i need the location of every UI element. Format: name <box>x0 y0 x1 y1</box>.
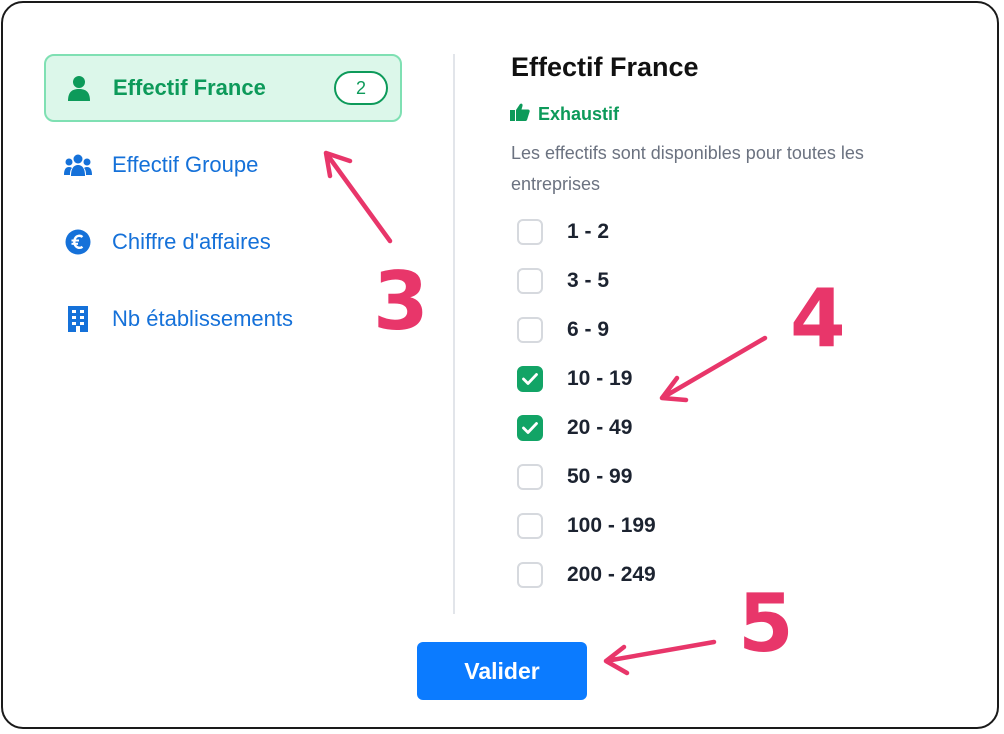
checkbox[interactable] <box>517 415 543 441</box>
person-icon <box>65 74 93 102</box>
annotation-number-4: 4 <box>790 272 846 365</box>
option-50-99[interactable]: 50 - 99 <box>517 462 632 492</box>
option-100-199[interactable]: 100 - 199 <box>517 511 656 541</box>
option-label: 50 - 99 <box>567 465 633 488</box>
checkbox[interactable] <box>517 513 543 539</box>
sidebar-item-chiffre-affaires[interactable]: Chiffre d'affaires <box>44 208 402 276</box>
group-icon <box>64 151 92 179</box>
option-label: 100 - 199 <box>567 514 656 537</box>
sidebar-item-label: Effectif Groupe <box>112 152 259 177</box>
building-icon <box>64 305 92 333</box>
sidebar-item-effectif-france[interactable]: Effectif France 2 <box>44 54 402 122</box>
sidebar-item-label: Effectif France <box>113 75 266 100</box>
panel-description: Les effectifs sont disponibles pour tout… <box>511 143 864 194</box>
annotation-number-5: 5 <box>738 577 794 670</box>
option-label: 1 - 2 <box>567 220 610 243</box>
option-10-19[interactable]: 10 - 19 <box>517 364 632 394</box>
checkbox[interactable] <box>517 562 543 588</box>
count-badge: 2 <box>334 71 388 105</box>
coverage-tag: Exhaustif <box>510 103 619 126</box>
option-6-9[interactable]: 6 - 9 <box>517 315 609 345</box>
option-1-2[interactable]: 1 - 2 <box>517 217 609 247</box>
checkmark-icon <box>522 422 538 434</box>
thumbs-up-icon <box>510 103 530 126</box>
option-3-5[interactable]: 3 - 5 <box>517 266 609 296</box>
checkbox[interactable] <box>517 366 543 392</box>
option-label: 20 - 49 <box>567 416 633 439</box>
validate-button[interactable]: Valider <box>417 642 587 700</box>
checkmark-icon <box>522 373 538 385</box>
vertical-divider <box>453 54 455 614</box>
checkbox[interactable] <box>517 464 543 490</box>
checkbox[interactable] <box>517 219 543 245</box>
sidebar-item-effectif-groupe[interactable]: Effectif Groupe <box>44 131 402 199</box>
option-label: 3 - 5 <box>567 269 610 292</box>
euro-icon <box>64 228 92 256</box>
checkbox[interactable] <box>517 317 543 343</box>
annotation-number-3: 3 <box>373 255 429 348</box>
checkbox[interactable] <box>517 268 543 294</box>
panel-title: Effectif France <box>511 52 699 82</box>
option-label: 10 - 19 <box>567 367 633 390</box>
sidebar-item-label: Chiffre d'affaires <box>112 229 271 254</box>
coverage-tag-label: Exhaustif <box>538 104 620 124</box>
option-label: 200 - 249 <box>567 563 656 586</box>
option-200-249[interactable]: 200 - 249 <box>517 560 656 590</box>
sidebar-item-nb-etablissements[interactable]: Nb établissements <box>44 285 402 353</box>
option-label: 6 - 9 <box>567 318 610 341</box>
sidebar-item-label: Nb établissements <box>112 306 293 331</box>
option-20-49[interactable]: 20 - 49 <box>517 413 632 443</box>
